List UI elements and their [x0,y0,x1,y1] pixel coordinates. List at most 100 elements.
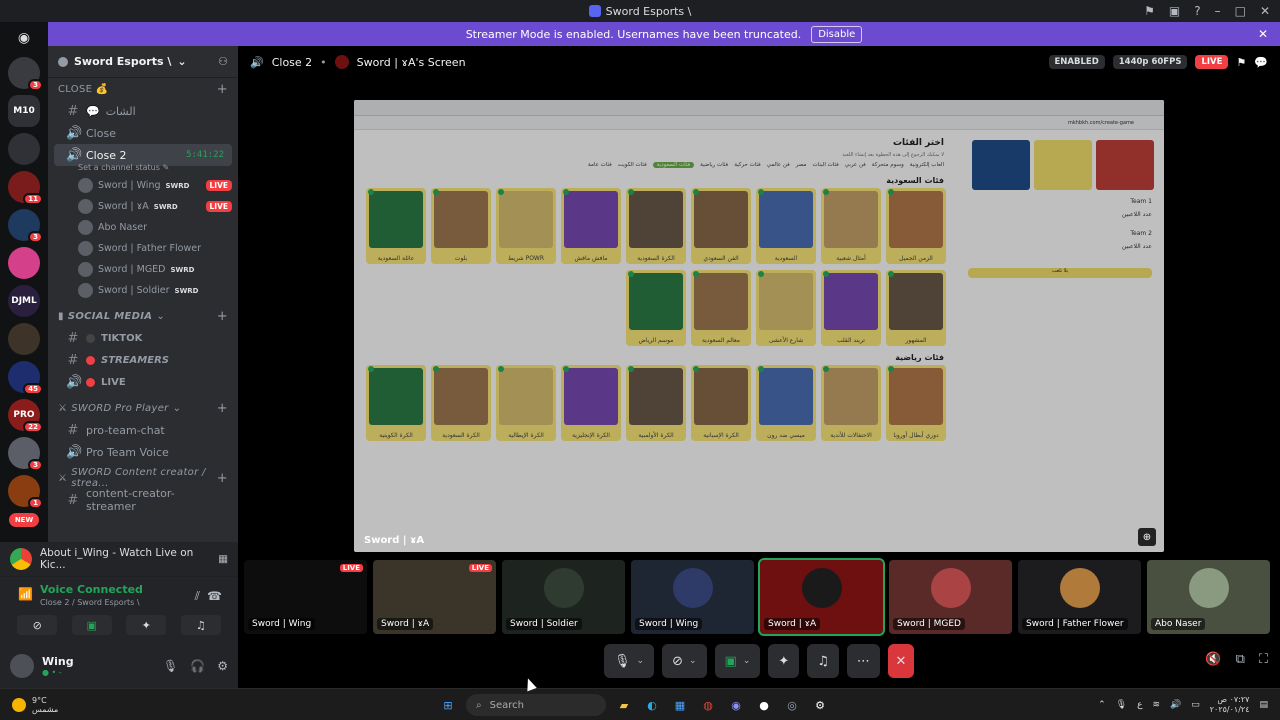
headphones-icon[interactable]: 🎧 [190,659,205,673]
start-icon[interactable]: ⊞ [438,695,458,715]
channel-content-creator[interactable]: # content-creator-streamer [54,487,232,513]
steam-icon[interactable]: ◎ [782,695,802,715]
pin-icon[interactable]: ⚑ [1236,56,1246,69]
zoom-icon[interactable]: ⊕ [1138,528,1156,546]
mic-icon[interactable]: 🎙 [163,659,178,673]
camera-off-button[interactable]: ⊘ [17,615,58,635]
channel-pro-team-chat[interactable]: # pro-team-chat [54,419,232,441]
discord-icon[interactable]: ◉ [726,695,746,715]
server-icon[interactable]: 3 [8,57,43,91]
settings-icon[interactable]: ⚙ [217,659,228,673]
avatar[interactable] [10,654,34,678]
invite-icon[interactable]: ⚇ [218,55,228,68]
edge-icon[interactable]: ◐ [642,695,662,715]
server-icon[interactable] [8,247,40,279]
wifi-icon[interactable]: ≋ [1152,700,1160,710]
inbox-icon[interactable]: ⚑ [1144,4,1155,18]
github-icon[interactable]: ● [754,695,774,715]
game-icon[interactable]: ▦ [218,553,228,565]
chevron-down-icon[interactable]: ⌄ [689,656,697,666]
activities-button[interactable]: ✦ [126,615,167,635]
channel-close[interactable]: 🔊 Close [54,122,232,144]
server-icon[interactable]: 3 [8,437,43,471]
weather-widget[interactable]: 9°C مشمس [0,696,200,714]
add-channel-icon[interactable]: + [217,82,228,97]
server-icon[interactable]: 11 [8,171,43,205]
volume-icon[interactable]: 🔇 [1205,652,1221,667]
taskbar-search[interactable]: ⌕ Search [466,694,606,716]
participant-tile[interactable]: Sword | Wing [631,560,754,634]
disconnect-icon[interactable]: ☎ [207,589,222,603]
category-pro[interactable]: ⚔ SWORD Pro Player ⌄ + [48,397,238,419]
volume-tray-icon[interactable]: 🔊 [1170,700,1181,710]
mic-button[interactable]: 🎙 ⌄ [604,644,655,678]
chevron-down-icon[interactable]: ⌄ [743,656,751,666]
channel-streamers[interactable]: # STREAMERS [54,349,232,371]
voice-user[interactable]: Sword | ɤA SWRD LIVE [48,196,238,217]
channel-live[interactable]: 🔊 LIVE [54,371,232,393]
screenshare-button[interactable]: ▣ ⌄ [714,644,761,678]
participant-tile[interactable]: LIVE Sword | Wing [244,560,367,634]
voice-user[interactable]: Sword | Father Flower [48,238,238,259]
chevron-down-icon[interactable]: ⌄ [637,656,645,666]
category-close[interactable]: CLOSE 💰 + [48,78,238,100]
help-icon[interactable]: ? [1194,4,1200,18]
add-channel-icon[interactable]: + [217,401,228,416]
voice-user[interactable]: Sword | Soldier SWRD [48,280,238,301]
discord-home-icon[interactable]: ◉ [8,25,40,51]
maximize-icon[interactable]: □ [1235,4,1246,18]
more-button[interactable]: ⋯ [846,644,880,678]
add-channel-icon[interactable]: + [217,471,228,486]
server-icon[interactable]: DJML [8,285,40,317]
channel-tiktok[interactable]: # TIKTOK [54,327,232,349]
activity-card[interactable]: About i_Wing - Watch Live on Kic... ▦ [0,542,238,576]
chat-icon[interactable]: 💬 [1254,56,1268,69]
tray-expand-icon[interactable]: ⌃ [1098,700,1106,710]
language-icon[interactable]: ع [1137,700,1142,710]
soundboard-button[interactable]: ♫ [807,644,839,678]
popout-icon[interactable]: ⧉ [1236,652,1245,667]
noise-suppression-icon[interactable]: ⫽ [195,589,200,604]
activities-button[interactable]: ✦ [768,644,800,678]
server-header[interactable]: Sword Esports \ ⌄ ⚇ [48,46,238,78]
disable-button[interactable]: Disable [811,25,863,43]
participant-tile[interactable]: Sword | MGED [889,560,1012,634]
notifications-icon[interactable]: ▤ [1259,700,1268,710]
server-icon[interactable]: 3 [8,209,43,243]
server-icon[interactable] [8,133,40,165]
server-icon[interactable]: 1 [8,475,43,509]
close-banner-icon[interactable]: ✕ [1258,27,1268,41]
minimize-icon[interactable]: – [1215,4,1221,18]
camera-button[interactable]: ⊘ ⌄ [662,644,707,678]
voice-user[interactable]: Sword | Wing SWRD LIVE [48,175,238,196]
channel-pro-team-voice[interactable]: 🔊 Pro Team Voice [54,441,232,463]
file-explorer-icon[interactable]: ▰ [614,695,634,715]
participant-tile[interactable]: Abo Naser [1147,560,1270,634]
screen-icon[interactable]: ▣ [1169,4,1180,18]
channel-chat[interactable]: # 💬 الشات [54,100,232,122]
fullscreen-icon[interactable]: ⛶ [1259,652,1268,667]
close-window-icon[interactable]: ✕ [1260,4,1270,18]
voice-user[interactable]: Sword | MGED SWRD [48,259,238,280]
channel-status[interactable]: Set a channel status ✎ [48,163,238,175]
shared-screen[interactable]: mkhbkh.com/create-game اختر الفئات لا يم… [354,100,1164,552]
settings-icon[interactable]: ⚙ [810,695,830,715]
clock[interactable]: ٠٧:٢٧ ص ٢٠٢٥/٠١/٢٤ [1210,695,1250,715]
server-icon[interactable]: M10 [8,95,40,127]
participant-tile[interactable]: Sword | ɤA [758,558,885,636]
store-icon[interactable]: ▦ [670,695,690,715]
leave-call-button[interactable]: ✕ [887,644,914,678]
server-icon[interactable] [8,323,40,355]
battery-icon[interactable]: ▭ [1191,700,1200,710]
screenshare-button[interactable]: ▣ [71,615,112,635]
signal-icon[interactable]: 📶 [18,587,33,601]
voice-user[interactable]: Abo Naser [48,217,238,238]
category-creator[interactable]: ⚔ SWORD Content creator / strea... + [48,467,238,489]
server-icon[interactable]: 45 [8,361,43,395]
mic-tray-icon[interactable]: 🎙 [1116,700,1127,710]
category-social-media[interactable]: ▮ SOCIAL MEDIA ⌄ + [48,305,238,327]
chrome-icon[interactable]: ◍ [698,695,718,715]
soundboard-button[interactable]: ♫ [180,615,221,635]
participant-tile[interactable]: LIVE Sword | ɤA [373,560,496,634]
new-badge[interactable]: NEW [9,513,39,527]
